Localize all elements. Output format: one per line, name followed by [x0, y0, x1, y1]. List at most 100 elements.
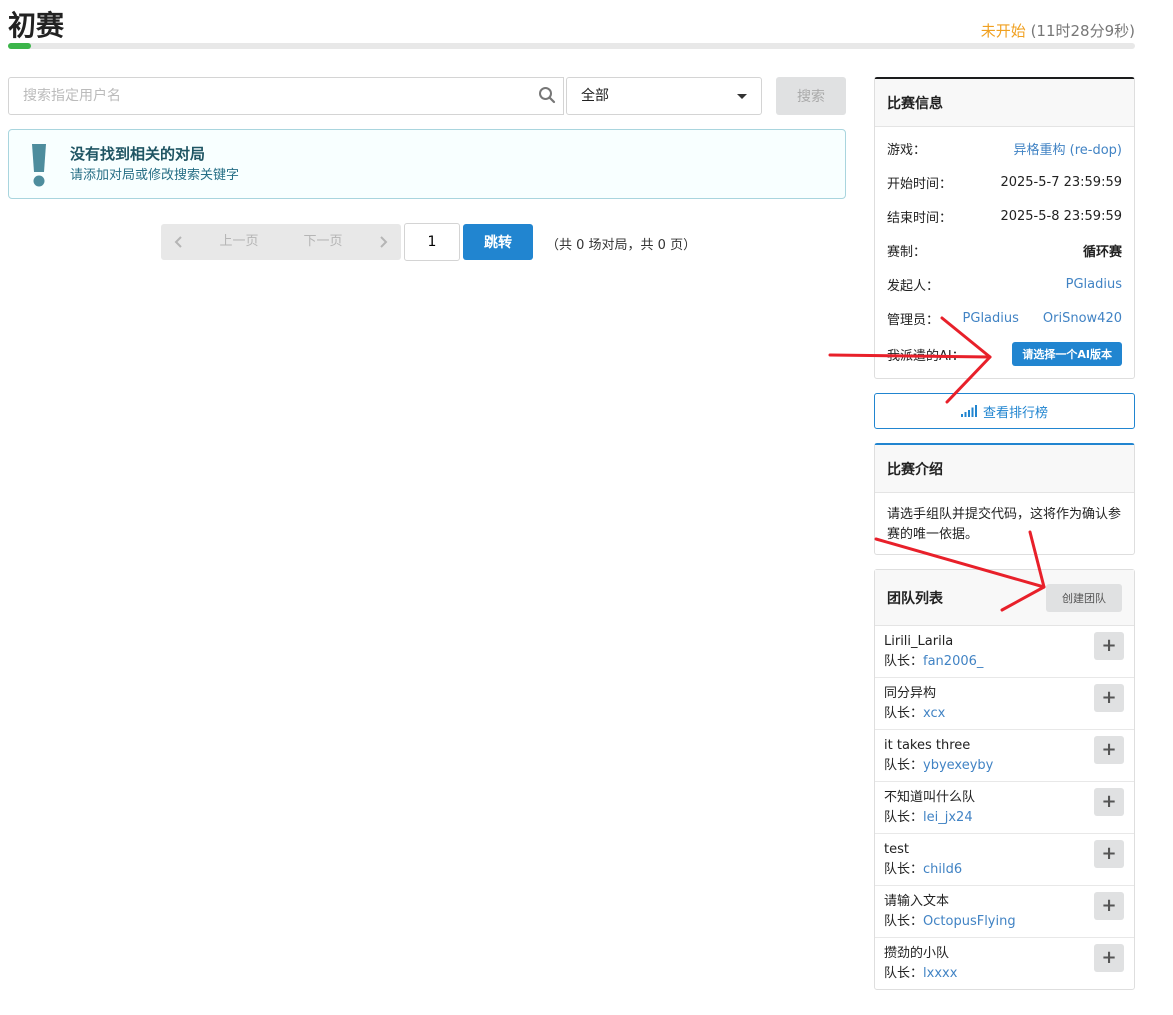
team-list-card: 团队列表 创建团队 Lirili_Larila 队长：fan2006_ + 同分异构队…: [874, 569, 1135, 990]
team-captain: 队长：lei_jx24: [884, 808, 1124, 828]
contest-intro-text: 请选手组队并提交代码，这将作为确认参赛的唯一依据。: [887, 507, 1122, 542]
create-team-button[interactable]: 创建团队: [1046, 583, 1122, 612]
contest-info-heading: 比赛信息: [875, 79, 1134, 127]
progress-bar-fill: [8, 43, 31, 49]
info-row-format: 赛制： 循环赛: [887, 240, 1122, 260]
alert-description: 请添加对局或修改搜索关键字: [70, 168, 240, 183]
filter-select-value: 全部: [581, 88, 609, 104]
join-team-button[interactable]: +: [1094, 684, 1124, 712]
info-row-admins: 管理员： PGladius OriSnow420: [887, 308, 1122, 328]
end-time-value: 2025-5-8 23:59:59: [1000, 208, 1122, 224]
captain-link[interactable]: xcx: [923, 706, 945, 721]
captain-label: 队长：: [884, 966, 924, 981]
start-time-value: 2025-5-7 23:59:59: [1000, 174, 1122, 190]
format-value: 循环赛: [1082, 244, 1122, 260]
info-row-end: 结束时间： 2025-5-8 23:59:59: [887, 206, 1122, 226]
team-list-item: test 队长：child6 +: [875, 834, 1134, 886]
view-ranking-button[interactable]: 查看排行榜: [874, 393, 1135, 429]
search-input[interactable]: [8, 77, 564, 115]
contest-info-card: 比赛信息 游戏： 异格重构 (re-dop) 开始时间： 2025-5-7 23…: [874, 77, 1135, 379]
page-number-input[interactable]: [404, 223, 460, 261]
pagination: 上一页 下一页: [161, 224, 401, 260]
pagination-summary: （共 0 场对局，共 0 页）: [546, 238, 697, 253]
join-team-button[interactable]: +: [1094, 892, 1124, 920]
team-name: Lirili_Larila: [884, 634, 954, 649]
captain-label: 队长：: [884, 758, 924, 773]
team-name: it takes three: [884, 738, 971, 753]
info-label: 开始时间：: [887, 176, 953, 192]
status-indicator: 未开始 (11时28分9秒): [981, 20, 1135, 41]
info-row-ai: 我派遣的AI： 请选择一个AI版本: [887, 342, 1122, 366]
info-row-creator: 发起人： PGladius: [887, 274, 1122, 294]
info-label: 赛制：: [887, 244, 927, 260]
contest-intro-heading: 比赛介绍: [875, 445, 1134, 493]
search-icon[interactable]: [538, 86, 556, 104]
captain-label: 队长：: [884, 706, 924, 721]
chevron-right-icon: [380, 236, 388, 248]
join-team-button[interactable]: +: [1094, 944, 1124, 972]
select-ai-version-button[interactable]: 请选择一个AI版本: [1012, 342, 1122, 366]
join-team-button[interactable]: +: [1094, 736, 1124, 764]
team-name: 不知道叫什么队: [884, 790, 976, 805]
exclamation-icon: [32, 144, 46, 187]
team-list-header: 团队列表 创建团队: [875, 570, 1134, 626]
info-label: 结束时间：: [887, 210, 953, 226]
join-team-button[interactable]: +: [1094, 632, 1124, 660]
admin-link[interactable]: OriSnow420: [1043, 311, 1122, 326]
next-page-button[interactable]: 下一页: [281, 224, 365, 260]
captain-link[interactable]: lxxxx: [923, 966, 957, 981]
prev-arrow-button[interactable]: [161, 224, 197, 260]
team-list: Lirili_Larila 队长：fan2006_ + 同分异构 队长：xcx + it t…: [875, 626, 1134, 990]
team-captain: 队长：lxxxx: [884, 964, 1124, 984]
captain-link[interactable]: child6: [923, 862, 962, 877]
view-ranking-label: 查看排行榜: [982, 405, 1048, 421]
caret-down-icon: [737, 94, 747, 99]
captain-link[interactable]: OctopusFlying: [923, 914, 1016, 929]
join-team-button[interactable]: +: [1094, 788, 1124, 816]
admin-link[interactable]: PGladius: [963, 311, 1019, 326]
team-captain: 队长：child6: [884, 860, 1124, 880]
captain-label: 队长：: [884, 810, 924, 825]
team-list-item: 同分异构 队长：xcx +: [875, 678, 1134, 730]
captain-label: 队长：: [884, 654, 924, 669]
page-title: 初赛: [8, 9, 65, 42]
team-name: 同分异构: [884, 686, 937, 701]
team-list-item: 请输入文本 队长：OctopusFlying +: [875, 886, 1134, 938]
creator-link[interactable]: PGladius: [1066, 277, 1122, 292]
search-button[interactable]: 搜索: [776, 77, 846, 115]
info-label: 管理员：: [887, 312, 940, 328]
captain-link[interactable]: fan2006_: [923, 654, 983, 669]
info-row-game: 游戏： 异格重构 (re-dop): [887, 138, 1122, 158]
team-list-item: 攒劲的小队 队长：lxxxx +: [875, 938, 1134, 990]
signal-bars-icon: [960, 405, 977, 417]
chevron-left-icon: [174, 236, 182, 248]
next-arrow-button[interactable]: [365, 224, 401, 260]
team-captain: 队长：OctopusFlying: [884, 912, 1124, 932]
contest-intro-card: 比赛介绍 请选手组队并提交代码，这将作为确认参赛的唯一依据。: [874, 443, 1135, 555]
prev-page-button[interactable]: 上一页: [197, 224, 281, 260]
join-team-button[interactable]: +: [1094, 840, 1124, 868]
filter-select[interactable]: 全部: [566, 77, 762, 115]
info-label: 发起人：: [887, 278, 940, 294]
captain-link[interactable]: lei_jx24: [923, 810, 973, 825]
captain-link[interactable]: ybyexeyby: [923, 758, 993, 773]
team-captain: 队长：ybyexeyby: [884, 756, 1124, 776]
team-list-item: Lirili_Larila 队长：fan2006_ +: [875, 626, 1134, 678]
admin-links: PGladius OriSnow420: [963, 311, 1122, 326]
alert-title: 没有找到相关的对局: [70, 145, 206, 163]
team-name: 攒劲的小队: [884, 946, 950, 961]
team-captain: 队长：xcx: [884, 704, 1124, 724]
jump-button[interactable]: 跳转: [463, 224, 533, 260]
captain-label: 队长：: [884, 914, 924, 929]
empty-alert: 没有找到相关的对局 请添加对局或修改搜索关键字: [8, 129, 846, 199]
info-row-start: 开始时间： 2025-5-7 23:59:59: [887, 172, 1122, 192]
progress-bar: [8, 43, 1135, 49]
team-list-item: 不知道叫什么队 队长：lei_jx24 +: [875, 782, 1134, 834]
team-list-item: it takes three 队长：ybyexeyby +: [875, 730, 1134, 782]
team-name: 请输入文本: [884, 894, 950, 909]
captain-label: 队长：: [884, 862, 924, 877]
team-list-heading: 团队列表: [887, 590, 943, 607]
team-captain: 队长：fan2006_: [884, 652, 1124, 672]
info-label: 游戏：: [887, 142, 927, 158]
game-link[interactable]: 异格重构 (re-dop): [1014, 139, 1122, 158]
